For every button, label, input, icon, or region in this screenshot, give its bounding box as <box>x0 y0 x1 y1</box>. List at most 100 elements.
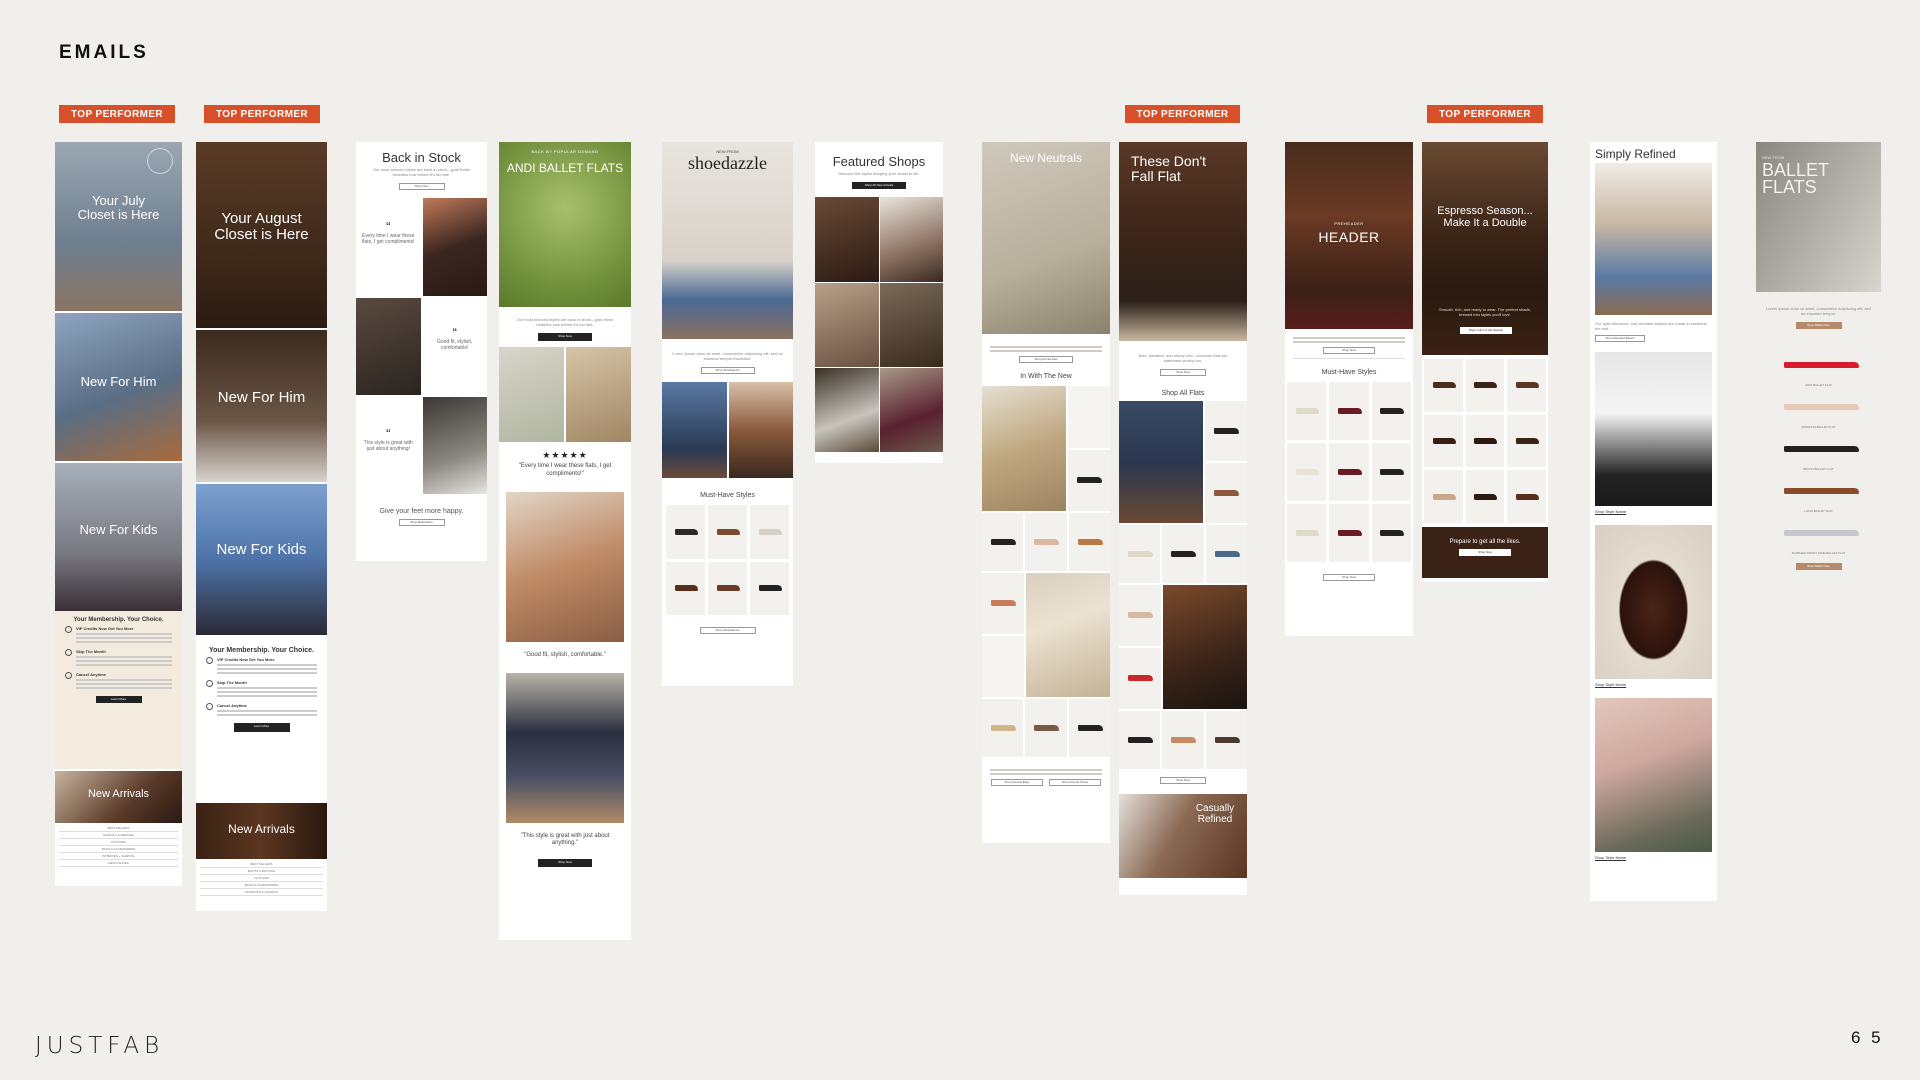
footer-link[interactable]: BAGS & ACCESSORIES <box>59 846 178 853</box>
shop-now-button[interactable]: Shop Now <box>398 183 445 191</box>
product-tile[interactable] <box>750 561 789 616</box>
product-tile[interactable] <box>1424 470 1463 523</box>
product-tile[interactable] <box>1507 359 1546 412</box>
footer-link[interactable]: BEST SELLERS <box>200 861 323 868</box>
product-image[interactable] <box>1756 387 1881 425</box>
product-tile[interactable] <box>1068 449 1110 511</box>
email-ballet-flats[interactable]: NEW FROM BALLET FLATS Lorem ipsum dolor … <box>1756 142 1881 643</box>
footer-link[interactable]: BOOTS & BOOTIES <box>200 868 323 875</box>
shop-tile[interactable] <box>879 197 943 282</box>
footer-link[interactable]: CLOTHING <box>59 839 178 846</box>
product-tile[interactable] <box>1465 470 1505 523</box>
footer-link[interactable]: BAGS & ACCESSORIES <box>200 882 323 889</box>
email-simply-refined[interactable]: Simply Refined Our light affections, and… <box>1590 142 1717 901</box>
email-featured-shops[interactable]: Featured Shops Discover the styles bring… <box>815 142 943 463</box>
product-tile[interactable] <box>1507 470 1546 523</box>
product-image[interactable] <box>1756 345 1881 383</box>
product-tile[interactable] <box>1119 585 1161 647</box>
product-tile[interactable] <box>1424 359 1463 412</box>
email-fall-flat[interactable]: These Don't Fall Flat Bold, elevated, an… <box>1119 142 1247 895</box>
email-new-neutrals[interactable]: New Neutrals Shop All Neutrals In With T… <box>982 142 1110 843</box>
shop-shoedazzle-button[interactable]: Shop ShoeDazzle <box>700 367 755 375</box>
product-tile[interactable] <box>1119 711 1161 770</box>
style-link[interactable]: Shop Style Name <box>1590 852 1717 863</box>
product-tile[interactable] <box>1287 504 1327 562</box>
product-image[interactable] <box>1756 471 1881 509</box>
product-tile[interactable] <box>1465 414 1505 468</box>
shop-neutrals-button[interactable]: Shop All Neutrals <box>1019 356 1073 363</box>
email-espresso-season[interactable]: Espresso Season... Make It a Double Smoo… <box>1422 142 1548 582</box>
product-tile[interactable] <box>1205 463 1247 524</box>
footer-link[interactable]: CLOTHING <box>200 875 323 882</box>
footer-link[interactable]: INTIMATES & SHAPING <box>200 889 323 896</box>
product-tile[interactable] <box>1119 525 1161 584</box>
product-tile[interactable] <box>1068 513 1110 571</box>
product-tile[interactable] <box>1205 711 1247 770</box>
product-tile[interactable] <box>1025 513 1067 571</box>
product-tile[interactable] <box>1507 414 1546 468</box>
learn-more-button[interactable]: Learn More <box>95 696 142 703</box>
shop-now-button[interactable]: Shop Now <box>1323 347 1375 354</box>
shop-tile[interactable] <box>815 282 879 367</box>
product-tile[interactable] <box>1371 504 1411 562</box>
shop-now-button[interactable]: Shop Now <box>538 859 592 868</box>
footer-link[interactable]: BEST SELLERS <box>59 825 178 832</box>
shop-now-button[interactable]: Shop Now <box>1160 777 1206 785</box>
email-template-header[interactable]: PREHEADER HEADER Shop Now Must-Have Styl… <box>1285 142 1413 636</box>
product-tile[interactable] <box>1025 699 1067 757</box>
shop-now-button[interactable]: Shop Now <box>538 333 592 342</box>
style-link[interactable]: Shop Style Name <box>1590 679 1717 690</box>
shop-ballet-button[interactable]: Shop Ballet Flats <box>1795 322 1842 330</box>
footer-link[interactable]: SANDALS & WEDGES <box>59 832 178 839</box>
product-tile[interactable] <box>666 561 705 616</box>
learn-more-button[interactable]: Learn More <box>233 723 290 732</box>
shop-bags-button[interactable]: Shop Neutral Bags <box>991 779 1043 786</box>
email-andi-ballet-flats[interactable]: BACK BY POPULAR DEMAND ANDI BALLET FLATS… <box>499 142 631 940</box>
shop-tile[interactable] <box>879 282 943 367</box>
product-tile[interactable] <box>1287 382 1327 440</box>
footer-link[interactable]: INTIMATES + SHAPING <box>59 853 178 860</box>
email-shoedazzle[interactable]: NEW FROM shoedazzle Lorem ipsum dolor si… <box>662 142 793 686</box>
shop-tile[interactable] <box>879 367 943 453</box>
product-tile[interactable] <box>1465 359 1505 412</box>
shop-tile[interactable] <box>815 197 879 282</box>
email-july-closet[interactable]: Your July Closet is Here New For Him New… <box>55 142 182 886</box>
product-tile[interactable] <box>1329 443 1369 501</box>
product-image[interactable] <box>1756 513 1881 551</box>
product-tile[interactable] <box>750 505 789 559</box>
product-tile[interactable] <box>1287 443 1327 501</box>
email-august-closet[interactable]: Your August Closet is Here New For Him N… <box>196 142 327 911</box>
shop-shoes-button[interactable]: Shop Neutral Shoes <box>1049 779 1101 786</box>
footer-link[interactable]: MEN'S SHOES <box>59 860 178 867</box>
product-tile[interactable] <box>982 636 1024 697</box>
product-tile[interactable] <box>1205 401 1247 462</box>
product-tile[interactable] <box>1162 525 1204 584</box>
shop-now-button[interactable]: Shop Now <box>1160 369 1206 377</box>
shop-bestsellers-button[interactable]: Shop Bestsellers <box>398 519 445 527</box>
shop-shoedazzle-button[interactable]: Shop ShoeDazzle <box>699 627 756 635</box>
product-tile[interactable] <box>1371 382 1411 440</box>
product-tile[interactable] <box>1424 414 1463 468</box>
product-tile[interactable] <box>982 513 1024 571</box>
shop-ballet-button[interactable]: Shop Ballet Flats <box>1795 563 1842 571</box>
shop-color-button[interactable]: Shop Color of the Season <box>1460 327 1512 334</box>
product-tile[interactable] <box>708 505 747 559</box>
product-tile[interactable] <box>1205 525 1247 584</box>
product-tile[interactable] <box>1068 386 1110 448</box>
style-link[interactable]: Shop Style Name <box>1590 506 1717 517</box>
product-tile[interactable] <box>982 699 1024 757</box>
product-tile[interactable] <box>1068 699 1110 757</box>
shop-tile[interactable] <box>815 367 879 453</box>
product-tile[interactable] <box>1329 504 1369 562</box>
product-tile[interactable] <box>1119 648 1161 710</box>
product-tile[interactable] <box>1371 443 1411 501</box>
shop-now-button[interactable]: Shop Now <box>1459 549 1511 556</box>
email-back-in-stock[interactable]: Back in Stock Our most beloved styles ar… <box>356 142 487 561</box>
shop-all-button[interactable]: Shop All New Arrivals <box>852 182 906 190</box>
shop-now-button[interactable]: Shop Now <box>1323 574 1375 581</box>
product-tile[interactable] <box>666 505 705 559</box>
product-tile[interactable] <box>1162 711 1204 770</box>
product-tile[interactable] <box>708 561 747 616</box>
product-image[interactable] <box>1756 429 1881 467</box>
product-tile[interactable] <box>982 573 1024 634</box>
